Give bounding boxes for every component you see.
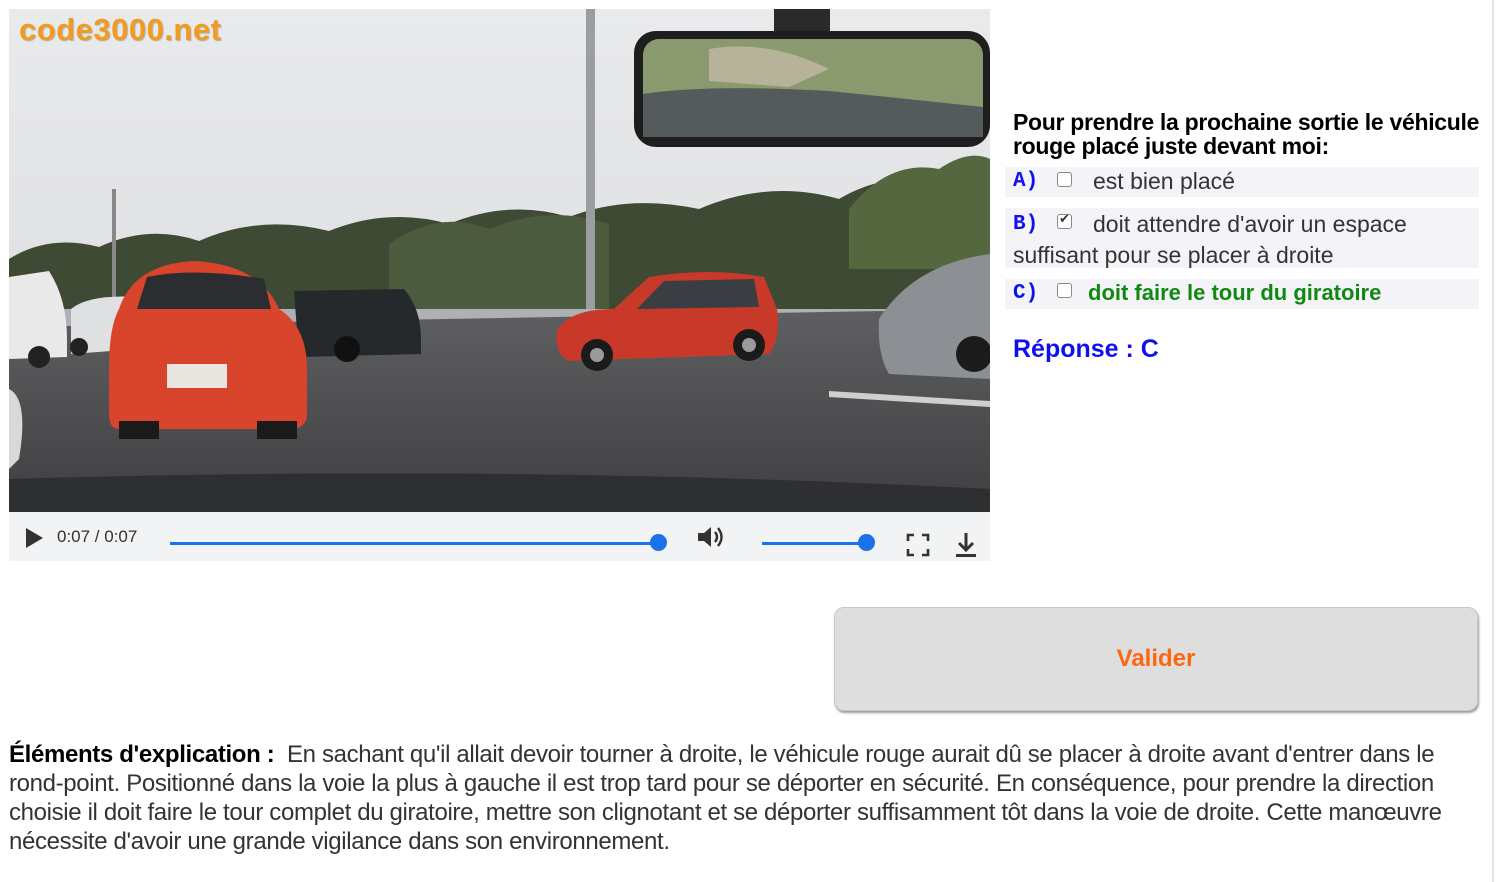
option-c[interactable]: C) doit faire le tour du giratoire: [1005, 279, 1479, 309]
option-b[interactable]: B) doit attendre d'avoir un espace suffi…: [1005, 208, 1479, 268]
download-icon[interactable]: [954, 531, 978, 559]
video-scene: [9, 9, 990, 512]
option-letter: C): [1013, 282, 1039, 305]
volume-thumb[interactable]: [858, 534, 875, 551]
volume-track[interactable]: [762, 542, 867, 545]
option-text: doit attendre d'avoir un espace suffisan…: [1013, 211, 1407, 268]
play-icon[interactable]: [26, 528, 43, 548]
option-text-correct: doit faire le tour du giratoire: [1088, 280, 1382, 305]
video-player[interactable]: code3000.net 0:07 / 0:07: [9, 9, 990, 561]
option-a-checkbox[interactable]: [1057, 172, 1072, 187]
validate-button[interactable]: Valider: [834, 607, 1478, 711]
progress-track[interactable]: [170, 542, 659, 545]
option-c-checkbox[interactable]: [1057, 283, 1072, 298]
explanation: Éléments d'explication : En sachant qu'i…: [9, 740, 1487, 856]
option-a[interactable]: A) est bien placé: [1005, 167, 1479, 197]
question-text: Pour prendre la prochaine sortie le véhi…: [1013, 109, 1480, 159]
fullscreen-icon[interactable]: [906, 533, 930, 557]
option-letter: A): [1013, 170, 1039, 193]
video-frame[interactable]: code3000.net: [9, 9, 990, 512]
progress-thumb[interactable]: [650, 534, 667, 551]
video-watermark: code3000.net: [19, 12, 222, 47]
option-text: est bien placé: [1093, 168, 1235, 194]
explanation-label: Éléments d'explication :: [9, 741, 275, 768]
volume-icon[interactable]: [696, 524, 726, 550]
page-right-border: [1492, 0, 1494, 882]
video-time: 0:07 / 0:07: [57, 527, 138, 546]
answer-text: Réponse : C: [1013, 335, 1159, 363]
video-controls: 0:07 / 0:07: [9, 512, 990, 561]
